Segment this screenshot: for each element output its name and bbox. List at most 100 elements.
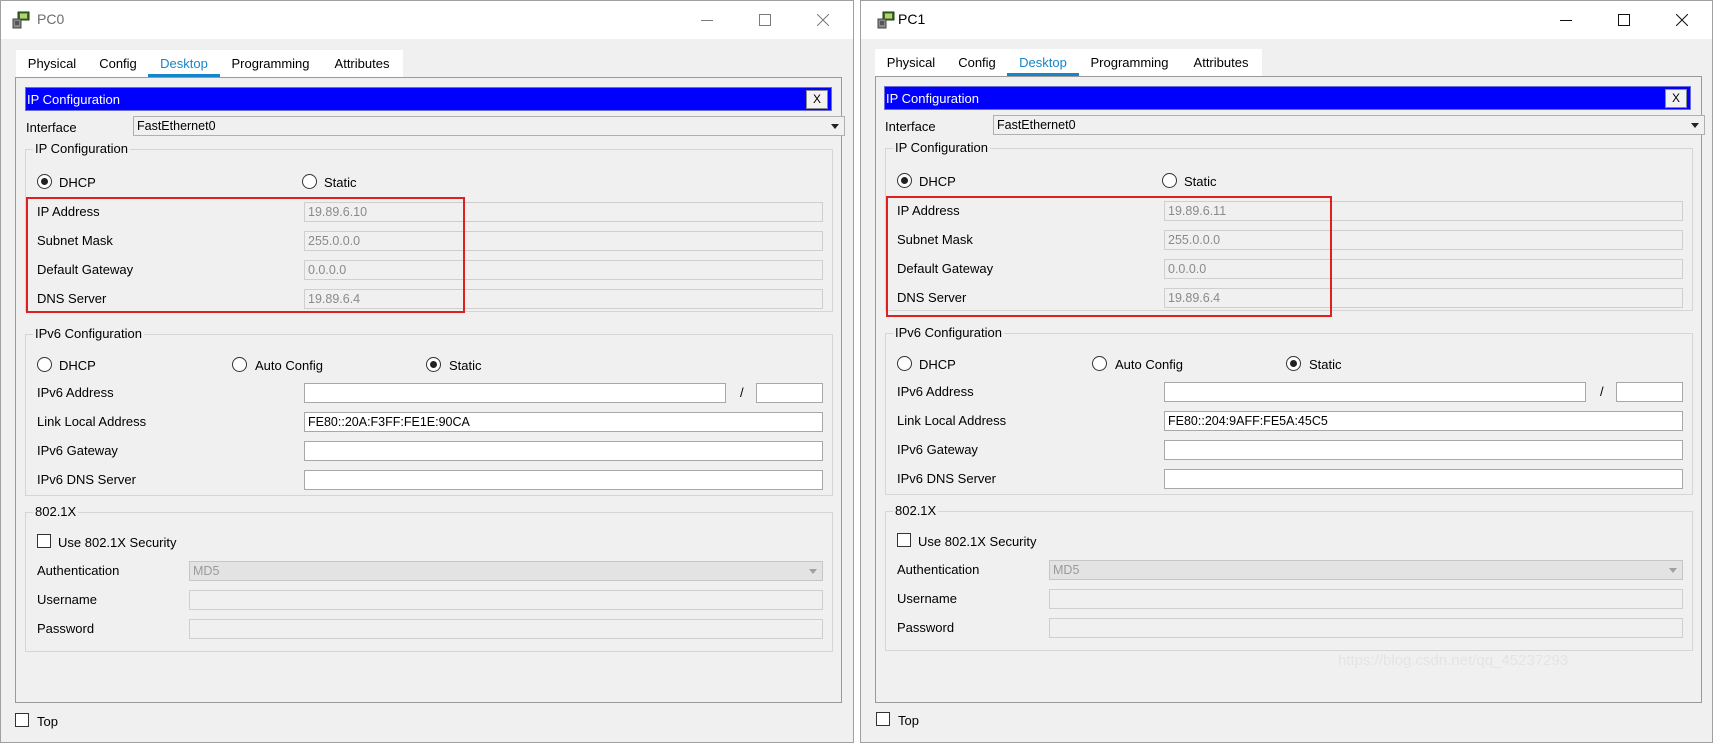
authentication-select[interactable]: MD5 <box>1049 560 1683 580</box>
tab-config[interactable]: Config <box>947 49 1007 76</box>
tab-physical[interactable]: Physical <box>16 50 88 77</box>
ipv6-gateway-field[interactable] <box>1164 440 1683 460</box>
ipv6-dns-server-field[interactable] <box>304 470 823 490</box>
ipv6-auto-config-radio[interactable] <box>232 357 247 372</box>
ip-config-group-title: IP Configuration <box>33 141 130 156</box>
dot1x-group: 802.1X Use 802.1X Security Authenticatio… <box>25 504 833 652</box>
maximize-icon <box>759 14 771 26</box>
dhcp-radio[interactable] <box>37 174 52 189</box>
ipv6-dhcp-radio[interactable] <box>37 357 52 372</box>
title-bar[interactable]: PC1 <box>861 1 1712 39</box>
tab-bar: Physical Config Desktop Programming Attr… <box>16 50 403 77</box>
ipv6-config-group-title: IPv6 Configuration <box>33 326 144 341</box>
watermark: https://blog.csdn.net/qq_45237293 <box>1338 652 1569 669</box>
tab-attributes[interactable]: Attributes <box>321 50 403 77</box>
panel-title: IP Configuration <box>27 92 120 107</box>
maximize-button[interactable] <box>1595 1 1653 39</box>
window-title: PC1 <box>898 11 926 27</box>
ipv6-address-field[interactable] <box>304 383 726 403</box>
tab-desktop[interactable]: Desktop <box>1007 49 1079 76</box>
password-field[interactable] <box>189 619 823 639</box>
username-field[interactable] <box>1049 589 1683 609</box>
ipv6-config-group: IPv6 Configuration DHCP Auto Config Stat… <box>25 326 833 496</box>
close-icon <box>817 14 829 26</box>
panel-close-button[interactable]: X <box>1665 89 1687 108</box>
ipv6-config-group-title: IPv6 Configuration <box>893 325 1004 340</box>
ipv6-auto-config-label: Auto Config <box>1115 357 1183 372</box>
ip-settings-highlight <box>26 197 465 313</box>
chevron-down-icon <box>1669 568 1677 573</box>
interface-select[interactable]: FastEthernet0 <box>993 115 1705 135</box>
interface-label: Interface <box>885 119 936 134</box>
dot1x-group: 802.1X Use 802.1X Security Authenticatio… <box>885 503 1693 651</box>
use-8021x-checkbox[interactable] <box>37 534 51 548</box>
interface-value: FastEthernet0 <box>137 119 216 133</box>
close-window-button[interactable] <box>1653 1 1711 39</box>
interface-label: Interface <box>26 120 77 135</box>
chevron-down-icon <box>831 124 839 129</box>
ipv6-gateway-field[interactable] <box>304 441 823 461</box>
authentication-value: MD5 <box>193 564 220 578</box>
tab-programming[interactable]: Programming <box>220 50 321 77</box>
dhcp-radio[interactable] <box>897 173 912 188</box>
link-local-address-field[interactable]: FE80::204:9AFF:FE5A:45C5 <box>1164 411 1683 431</box>
use-8021x-label: Use 802.1X Security <box>918 534 1037 549</box>
password-label: Password <box>897 620 955 635</box>
panel-close-button[interactable]: X <box>806 90 828 109</box>
interface-select[interactable]: FastEthernet0 <box>133 116 845 136</box>
close-icon <box>1676 14 1688 26</box>
tab-config[interactable]: Config <box>88 50 148 77</box>
dhcp-label: DHCP <box>919 174 956 189</box>
ipv6-dhcp-label: DHCP <box>919 357 956 372</box>
dhcp-label: DHCP <box>59 175 96 190</box>
maximize-button[interactable] <box>736 1 794 39</box>
tab-desktop[interactable]: Desktop <box>148 50 220 77</box>
chevron-down-icon <box>1691 123 1699 128</box>
prefix-slash: / <box>1600 384 1604 399</box>
tab-attributes[interactable]: Attributes <box>1180 49 1262 76</box>
title-bar[interactable]: PC0 <box>1 1 853 39</box>
password-label: Password <box>37 621 95 636</box>
ipv6-prefix-field[interactable] <box>1616 382 1683 402</box>
packet-tracer-pc-icon <box>877 11 895 29</box>
ipv6-static-radio[interactable] <box>1286 356 1301 371</box>
authentication-label: Authentication <box>37 563 120 578</box>
prefix-slash: / <box>740 385 744 400</box>
username-label: Username <box>37 592 97 607</box>
ipv6-dhcp-radio[interactable] <box>897 356 912 371</box>
ipv6-static-radio[interactable] <box>426 357 441 372</box>
ipv6-address-label: IPv6 Address <box>897 384 974 399</box>
username-field[interactable] <box>189 590 823 610</box>
ip-config-header: IP Configuration X <box>25 87 832 111</box>
tab-programming[interactable]: Programming <box>1079 49 1180 76</box>
ipv6-prefix-field[interactable] <box>756 383 823 403</box>
authentication-select[interactable]: MD5 <box>189 561 823 581</box>
ipv6-gateway-label: IPv6 Gateway <box>37 443 118 458</box>
maximize-icon <box>1618 14 1630 26</box>
use-8021x-label: Use 802.1X Security <box>58 535 177 550</box>
minimize-button[interactable] <box>1537 1 1595 39</box>
ipv6-dns-server-field[interactable] <box>1164 469 1683 489</box>
packet-tracer-pc-icon <box>12 11 30 29</box>
use-8021x-checkbox[interactable] <box>897 533 911 547</box>
authentication-value: MD5 <box>1053 563 1080 577</box>
authentication-label: Authentication <box>897 562 980 577</box>
static-radio[interactable] <box>302 174 317 189</box>
ipv6-address-field[interactable] <box>1164 382 1586 402</box>
tab-physical[interactable]: Physical <box>875 49 947 76</box>
minimize-button[interactable] <box>678 1 736 39</box>
top-checkbox[interactable] <box>15 713 29 727</box>
link-local-address-label: Link Local Address <box>897 413 1007 428</box>
link-local-address-field[interactable]: FE80::20A:F3FF:FE1E:90CA <box>304 412 823 432</box>
close-window-button[interactable] <box>794 1 852 39</box>
desktop-content: IP Configuration X Interface FastEtherne… <box>15 77 845 703</box>
static-radio[interactable] <box>1162 173 1177 188</box>
ipv6-gateway-label: IPv6 Gateway <box>897 442 978 457</box>
ipv6-auto-config-radio[interactable] <box>1092 356 1107 371</box>
interface-value: FastEthernet0 <box>997 118 1076 132</box>
password-field[interactable] <box>1049 618 1683 638</box>
ipv6-config-group: IPv6 Configuration DHCP Auto Config Stat… <box>885 325 1693 495</box>
ipv6-dns-server-label: IPv6 DNS Server <box>37 472 136 487</box>
top-checkbox[interactable] <box>876 712 890 726</box>
static-label: Static <box>324 175 357 190</box>
